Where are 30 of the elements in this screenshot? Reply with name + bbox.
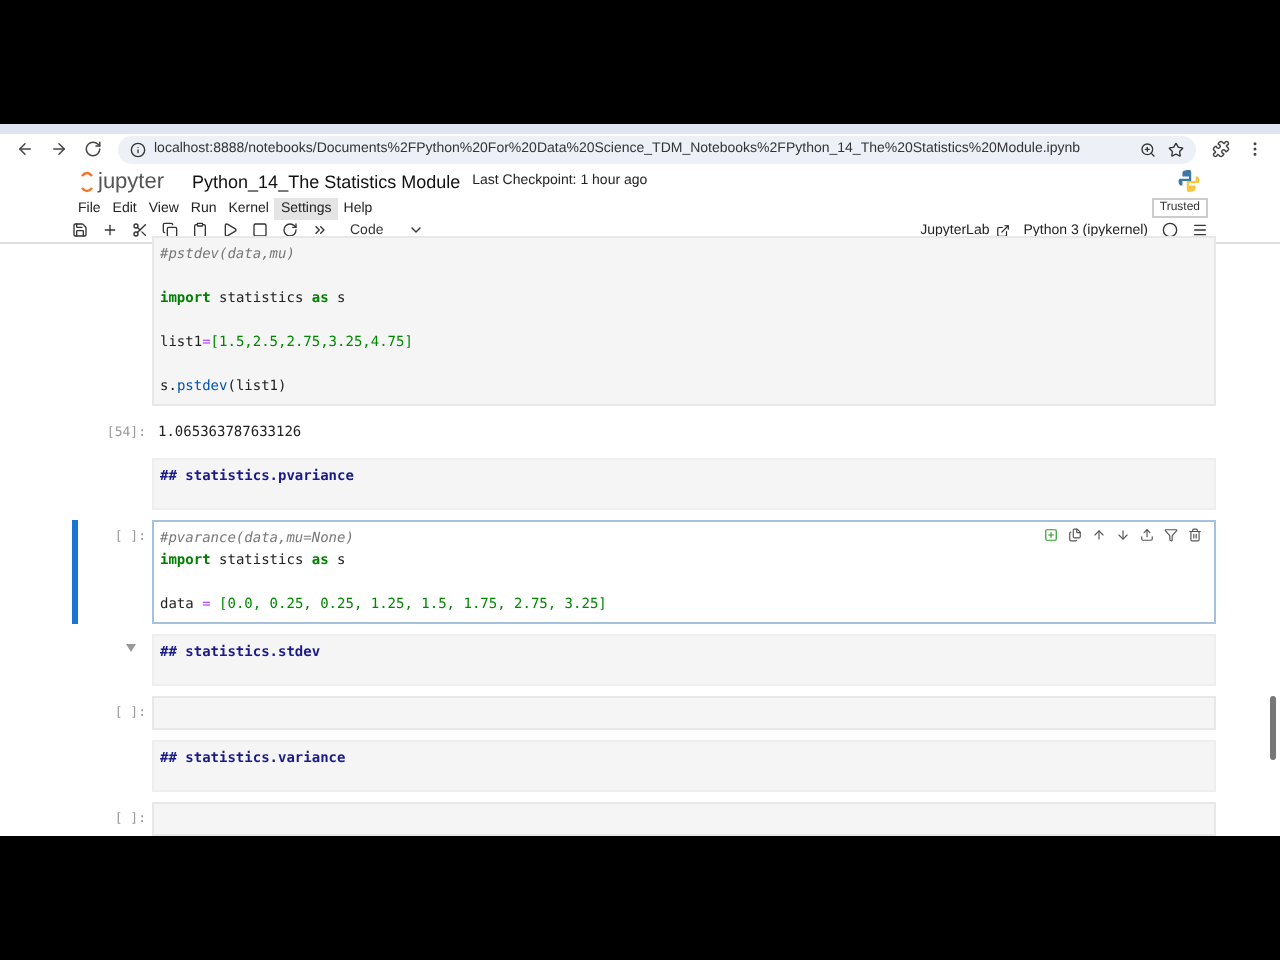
fast-forward-icon[interactable] [312, 222, 328, 239]
jupyter-logo: jupyter [80, 169, 165, 194]
menu-icon[interactable] [1192, 222, 1208, 239]
star-icon[interactable] [1168, 141, 1184, 158]
scrollbar[interactable] [1270, 696, 1276, 760]
save-icon[interactable] [72, 222, 88, 239]
zoom-icon[interactable] [1140, 141, 1156, 158]
copy-icon[interactable] [162, 222, 178, 239]
move-down-icon[interactable] [1116, 528, 1130, 542]
filter-icon[interactable] [1164, 528, 1178, 542]
run-icon[interactable] [222, 222, 238, 239]
stop-icon[interactable] [252, 222, 268, 239]
kernel-status-icon[interactable] [1162, 222, 1178, 239]
extension-icon[interactable] [1212, 140, 1230, 159]
add-cell-icon[interactable] [1044, 528, 1058, 542]
collapse-caret-icon[interactable] [126, 644, 136, 652]
info-icon[interactable] [130, 141, 146, 158]
restart-icon[interactable] [282, 222, 298, 239]
code-cell[interactable] [152, 802, 1216, 836]
add-icon[interactable] [102, 222, 118, 239]
notebook-title[interactable]: Python_14_The Statistics Module [192, 171, 461, 192]
cut-icon[interactable] [132, 222, 148, 239]
duplicate-icon[interactable] [1068, 528, 1082, 542]
move-up-icon[interactable] [1092, 528, 1106, 542]
delete-icon[interactable] [1188, 528, 1202, 542]
insert-icon[interactable] [1140, 528, 1154, 542]
reload-icon[interactable] [84, 140, 102, 159]
python-logo [1178, 170, 1200, 193]
back-icon[interactable] [16, 140, 34, 159]
forward-icon[interactable] [50, 140, 68, 159]
